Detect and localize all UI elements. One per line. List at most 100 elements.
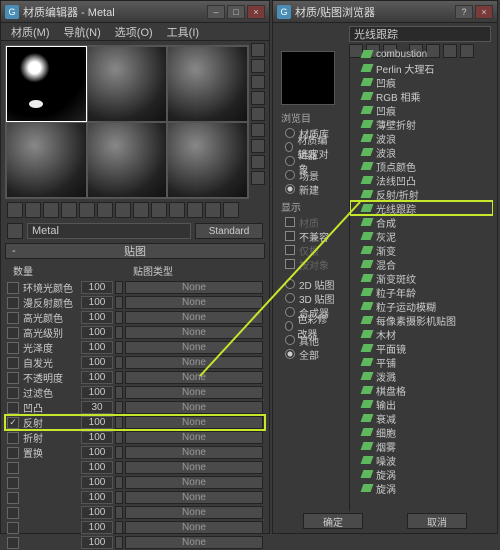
spinner-buttons[interactable] bbox=[115, 281, 123, 294]
tool-icon[interactable] bbox=[251, 155, 265, 169]
map-enable-checkbox[interactable] bbox=[7, 297, 19, 309]
spinner-buttons[interactable] bbox=[115, 461, 123, 474]
map-slot-button[interactable]: None bbox=[125, 431, 263, 444]
tree-item[interactable]: 粒子年龄 bbox=[350, 285, 493, 299]
map-enable-checkbox[interactable] bbox=[7, 447, 19, 459]
map-amount-spinner[interactable]: 100 bbox=[81, 461, 113, 474]
tree-item[interactable]: 粒子运动模糊 bbox=[350, 299, 493, 313]
tool-icon[interactable] bbox=[61, 202, 77, 218]
map-slot-button[interactable]: None bbox=[125, 356, 263, 369]
help-button[interactable]: ? bbox=[455, 5, 473, 19]
map-slot-button[interactable]: None bbox=[125, 281, 263, 294]
map-amount-spinner[interactable]: 100 bbox=[81, 296, 113, 309]
tree-item[interactable]: combustion bbox=[350, 47, 493, 61]
tool-icon[interactable] bbox=[79, 202, 95, 218]
pick-material-icon[interactable] bbox=[7, 223, 23, 239]
tree-item[interactable]: 薄壁折射 bbox=[350, 117, 493, 131]
show-option[interactable]: 材质 bbox=[279, 215, 343, 229]
tool-icon[interactable] bbox=[97, 202, 113, 218]
tool-icon[interactable] bbox=[43, 202, 59, 218]
map-enable-checkbox[interactable] bbox=[7, 492, 19, 504]
menu-navigate[interactable]: 导航(N) bbox=[58, 23, 107, 41]
map-slot-button[interactable]: None bbox=[125, 326, 263, 339]
map-slot-button[interactable]: None bbox=[125, 476, 263, 489]
map-enable-checkbox[interactable] bbox=[7, 432, 19, 444]
map-enable-checkbox[interactable] bbox=[7, 342, 19, 354]
tree-item[interactable]: 烟雾 bbox=[350, 439, 493, 453]
tool-icon[interactable] bbox=[7, 202, 23, 218]
search-input[interactable] bbox=[349, 26, 491, 42]
tree-item[interactable]: 平铺 bbox=[350, 355, 493, 369]
filter-option[interactable]: 色彩修改器 bbox=[279, 319, 343, 333]
map-slot-button[interactable]: None bbox=[125, 296, 263, 309]
tool-icon[interactable] bbox=[251, 75, 265, 89]
tool-icon[interactable] bbox=[251, 107, 265, 121]
menu-options[interactable]: 选项(O) bbox=[109, 23, 159, 41]
map-enable-checkbox[interactable] bbox=[7, 537, 19, 549]
map-slot-button[interactable]: None bbox=[125, 536, 263, 549]
tree-item[interactable]: Perlin 大理石 bbox=[350, 61, 493, 75]
tool-icon[interactable] bbox=[251, 139, 265, 153]
tree-item[interactable]: 输出 bbox=[350, 397, 493, 411]
tool-icon[interactable] bbox=[115, 202, 131, 218]
sample-slot-4[interactable] bbox=[6, 122, 87, 198]
map-amount-spinner[interactable]: 100 bbox=[81, 311, 113, 324]
map-enable-checkbox[interactable] bbox=[7, 312, 19, 324]
map-slot-button[interactable]: None bbox=[125, 491, 263, 504]
map-slot-button[interactable]: None bbox=[125, 311, 263, 324]
spinner-buttons[interactable] bbox=[115, 401, 123, 414]
minimize-button[interactable]: – bbox=[207, 5, 225, 19]
map-slot-button[interactable]: None bbox=[125, 401, 263, 414]
map-enable-checkbox[interactable] bbox=[7, 357, 19, 369]
map-enable-checkbox[interactable] bbox=[7, 522, 19, 534]
material-name-input[interactable] bbox=[27, 223, 191, 239]
spinner-buttons[interactable] bbox=[115, 356, 123, 369]
map-amount-spinner[interactable]: 100 bbox=[81, 521, 113, 534]
tree-item[interactable]: 旋涡 bbox=[350, 481, 493, 495]
sample-slot-2[interactable] bbox=[87, 46, 168, 122]
show-option[interactable]: 不兼容 bbox=[279, 229, 343, 243]
map-enable-checkbox[interactable] bbox=[7, 282, 19, 294]
spinner-buttons[interactable] bbox=[115, 446, 123, 459]
map-amount-spinner[interactable]: 100 bbox=[81, 491, 113, 504]
spinner-buttons[interactable] bbox=[115, 506, 123, 519]
map-amount-spinner[interactable]: 100 bbox=[81, 281, 113, 294]
spinner-buttons[interactable] bbox=[115, 431, 123, 444]
tree-item[interactable]: 衰减 bbox=[350, 411, 493, 425]
spinner-buttons[interactable] bbox=[115, 476, 123, 489]
map-amount-spinner[interactable]: 100 bbox=[81, 536, 113, 549]
map-enable-checkbox[interactable] bbox=[7, 372, 19, 384]
map-amount-spinner[interactable]: 100 bbox=[81, 356, 113, 369]
tree-item[interactable]: 渐变 bbox=[350, 243, 493, 257]
map-slot-button[interactable]: None bbox=[125, 446, 263, 459]
tree-item[interactable]: 每像素摄影机贴图 bbox=[350, 313, 493, 327]
spinner-buttons[interactable] bbox=[115, 371, 123, 384]
tool-icon[interactable] bbox=[251, 91, 265, 105]
spinner-buttons[interactable] bbox=[115, 296, 123, 309]
tree-item[interactable]: 旋涡 bbox=[350, 467, 493, 481]
map-amount-spinner[interactable]: 100 bbox=[81, 326, 113, 339]
tool-icon[interactable] bbox=[25, 202, 41, 218]
titlebar[interactable]: G 材质/贴图浏览器 ? × bbox=[273, 1, 497, 23]
spinner-buttons[interactable] bbox=[115, 341, 123, 354]
maximize-button[interactable]: □ bbox=[227, 5, 245, 19]
tree-item[interactable]: RGB 相乘 bbox=[350, 89, 493, 103]
maps-rollout-header[interactable]: 贴图 bbox=[5, 243, 265, 259]
map-enable-checkbox[interactable] bbox=[7, 402, 19, 414]
map-amount-spinner[interactable]: 100 bbox=[81, 386, 113, 399]
map-enable-checkbox[interactable] bbox=[7, 387, 19, 399]
map-enable-checkbox[interactable] bbox=[7, 327, 19, 339]
tree-item[interactable]: 法线凹凸 bbox=[350, 173, 493, 187]
tree-item[interactable]: 顶点颜色 bbox=[350, 159, 493, 173]
cancel-button[interactable]: 取消 bbox=[407, 513, 467, 529]
tool-icon[interactable] bbox=[251, 43, 265, 57]
filter-option[interactable]: 全部 bbox=[279, 347, 343, 361]
tree-item[interactable]: 平面镜 bbox=[350, 341, 493, 355]
map-amount-spinner[interactable]: 100 bbox=[81, 446, 113, 459]
map-tree[interactable]: combustionPerlin 大理石凹痕RGB 相乘凹痕薄壁折射波浪波浪顶点… bbox=[349, 47, 493, 511]
tree-item[interactable]: 泼溅 bbox=[350, 369, 493, 383]
tree-item[interactable]: 反射/折射 bbox=[350, 187, 493, 201]
tree-item[interactable]: 波浪 bbox=[350, 145, 493, 159]
tree-item[interactable]: 波浪 bbox=[350, 131, 493, 145]
tree-item[interactable]: 棋盘格 bbox=[350, 383, 493, 397]
